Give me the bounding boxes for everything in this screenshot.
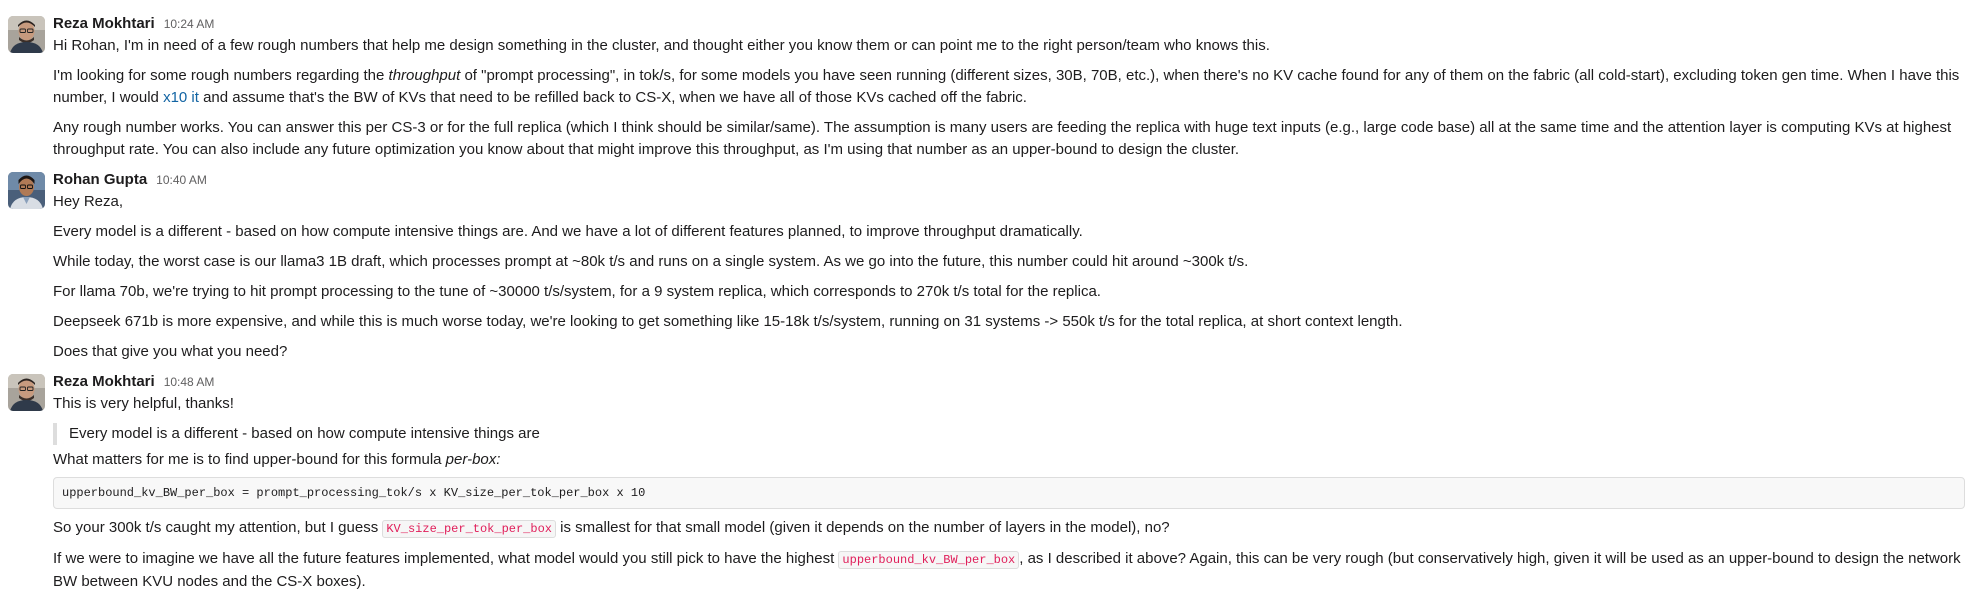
text-run: If we were to imagine we have all the fu… <box>53 550 839 567</box>
inline-code: KV_size_per_tok_per_box <box>382 520 556 538</box>
sender-name[interactable]: Reza Mokhtari <box>53 371 155 393</box>
text-run: What matters for me is to find upper-bou… <box>53 451 446 468</box>
message-header: Reza Mokhtari 10:24 AM <box>53 13 1965 35</box>
message-header: Reza Mokhtari 10:48 AM <box>53 371 1965 393</box>
message-rohan: Rohan Gupta 10:40 AM Hey Reza, Every mod… <box>0 169 1985 363</box>
avatar-rohan[interactable] <box>8 172 45 209</box>
sender-name[interactable]: Rohan Gupta <box>53 169 147 191</box>
message-thread: Reza Mokhtari 10:24 AM Hi Rohan, I'm in … <box>0 0 1985 594</box>
message-content: Rohan Gupta 10:40 AM Hey Reza, Every mod… <box>53 169 1965 363</box>
text-run: is smallest for that small model (given … <box>556 519 1170 536</box>
emphasis-text: per-box: <box>445 451 501 468</box>
message-paragraph: Hey Reza, <box>53 193 124 210</box>
message-paragraph: Hi Rohan, I'm in need of a few rough num… <box>53 37 1270 54</box>
message-paragraph: For llama 70b, we're trying to hit promp… <box>53 283 1101 300</box>
message-paragraph: If we were to imagine we have all the fu… <box>53 548 1965 593</box>
emphasis-text: throughput <box>388 67 461 84</box>
message-paragraph: While today, the worst case is our llama… <box>53 253 1249 270</box>
message-paragraph: Any rough number works. You can answer t… <box>53 119 1952 158</box>
code-block: upperbound_kv_BW_per_box = prompt_proces… <box>53 477 1965 509</box>
timestamp[interactable]: 10:40 AM <box>156 169 207 191</box>
message-paragraph: I'm looking for some rough numbers regar… <box>53 65 1965 109</box>
message-paragraph: What matters for me is to find upper-bou… <box>53 449 1965 471</box>
block-quote: Every model is a different - based on ho… <box>53 423 1965 445</box>
message-paragraph: This is very helpful, thanks! <box>53 395 234 412</box>
message-reza-1: Reza Mokhtari 10:24 AM Hi Rohan, I'm in … <box>0 13 1985 161</box>
text-run: So your 300k t/s caught my attention, bu… <box>53 519 383 536</box>
message-paragraph: Every model is a different - based on ho… <box>53 223 1083 240</box>
avatar-photo-icon <box>8 374 45 411</box>
avatar-photo-icon <box>8 16 45 53</box>
text-run: I'm looking for some rough numbers regar… <box>53 67 389 84</box>
message-paragraph: Deepseek 671b is more expensive, and whi… <box>53 313 1403 330</box>
text-run: and assume that's the BW of KVs that nee… <box>198 89 1027 106</box>
inline-link[interactable]: x10 it <box>163 89 199 106</box>
message-reza-2: Reza Mokhtari 10:48 AM This is very help… <box>0 371 1985 593</box>
message-header: Rohan Gupta 10:40 AM <box>53 169 1965 191</box>
timestamp[interactable]: 10:48 AM <box>164 371 215 393</box>
avatar-photo-icon <box>8 172 45 209</box>
timestamp[interactable]: 10:24 AM <box>164 13 215 35</box>
sender-name[interactable]: Reza Mokhtari <box>53 13 155 35</box>
avatar-reza[interactable] <box>8 374 45 411</box>
message-content: Reza Mokhtari 10:24 AM Hi Rohan, I'm in … <box>53 13 1965 161</box>
inline-code: upperbound_kv_BW_per_box <box>838 551 1020 569</box>
message-paragraph: Does that give you what you need? <box>53 343 288 360</box>
avatar-reza[interactable] <box>8 16 45 53</box>
message-content: Reza Mokhtari 10:48 AM This is very help… <box>53 371 1965 593</box>
message-paragraph: So your 300k t/s caught my attention, bu… <box>53 517 1965 540</box>
